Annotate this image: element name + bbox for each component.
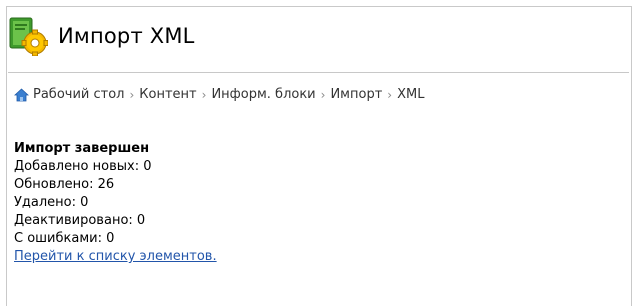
result-added: Добавлено новых: 0 — [14, 159, 152, 174]
page-title: Импорт XML — [58, 24, 195, 48]
breadcrumb-separator: › — [387, 87, 393, 102]
xml-import-icon — [8, 16, 49, 57]
breadcrumb-item-xml: XML — [397, 87, 425, 102]
breadcrumb-item-content[interactable]: Контент — [139, 87, 196, 102]
import-result: Импорт завершен Добавлено новых: 0 Обнов… — [14, 140, 217, 266]
breadcrumb-separator: › — [129, 87, 135, 102]
result-errors: С ошибками: 0 — [14, 231, 115, 246]
result-updated: Обновлено: 26 — [14, 177, 115, 192]
breadcrumb-item-desktop[interactable]: Рабочий стол — [33, 87, 124, 102]
breadcrumb-item-infoblocks[interactable]: Информ. блоки — [211, 87, 315, 102]
result-deactivated: Деактивировано: 0 — [14, 213, 146, 228]
go-to-elements-link[interactable]: Перейти к списку элементов. — [14, 249, 217, 264]
home-icon[interactable] — [13, 87, 30, 102]
breadcrumb-item-import[interactable]: Импорт — [330, 87, 382, 102]
header-divider — [8, 72, 629, 73]
result-deleted: Удалено: 0 — [14, 195, 89, 210]
page-header: Импорт XML — [8, 8, 195, 64]
breadcrumb-separator: › — [201, 87, 207, 102]
breadcrumb: Рабочий стол › Контент › Информ. блоки ›… — [13, 87, 425, 102]
result-heading: Импорт завершен — [14, 141, 150, 156]
breadcrumb-separator: › — [320, 87, 326, 102]
